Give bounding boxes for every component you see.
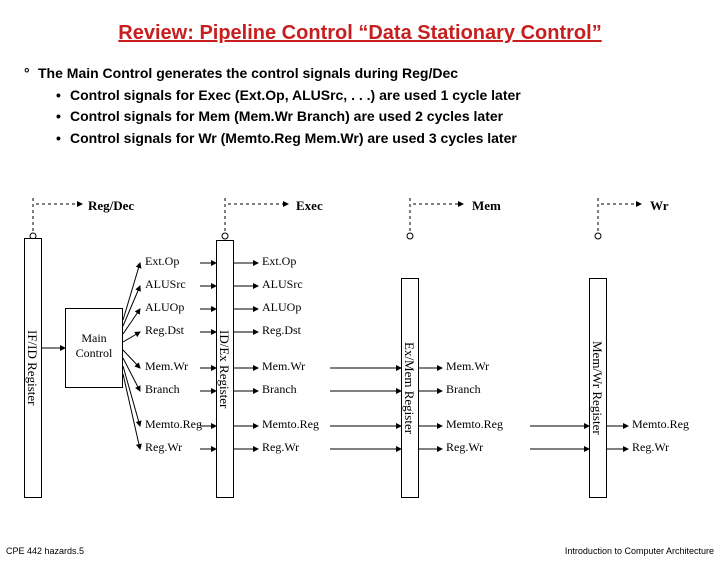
sig-regdec-memwr: Mem.Wr bbox=[145, 359, 188, 374]
sig-regdec-regdst: Reg.Dst bbox=[145, 323, 184, 338]
bullet-sub-3: •Control signals for Wr (Memto.Reg Mem.W… bbox=[56, 128, 696, 150]
stage-label-mem: Mem bbox=[472, 198, 501, 214]
register-exmem: Ex/Mem Register bbox=[401, 278, 419, 498]
sig-exec-regwr: Reg.Wr bbox=[262, 440, 299, 455]
bullet-list: °The Main Control generates the control … bbox=[24, 63, 696, 150]
register-memwr: Mem/Wr Register bbox=[589, 278, 607, 498]
sig-regdec-extop: Ext.Op bbox=[145, 254, 179, 269]
sig-mem-memwr: Mem.Wr bbox=[446, 359, 489, 374]
footer-right: Introduction to Computer Architecture bbox=[565, 546, 714, 556]
sig-exec-extop: Ext.Op bbox=[262, 254, 296, 269]
sig-exec-aluop: ALUOp bbox=[262, 300, 301, 315]
sig-exec-memwr: Mem.Wr bbox=[262, 359, 305, 374]
footer-left: CPE 442 hazards.5 bbox=[6, 546, 84, 556]
sig-regdec-alusrc: ALUSrc bbox=[145, 277, 186, 292]
sig-regdec-branch: Branch bbox=[145, 382, 180, 397]
stage-label-regdec: Reg/Dec bbox=[88, 198, 134, 214]
bullet-sub-1: •Control signals for Exec (Ext.Op, ALUSr… bbox=[56, 85, 696, 107]
stage-label-wr: Wr bbox=[650, 198, 669, 214]
pipeline-diagram: Reg/Dec Exec Mem Wr IF/ID Register ID/Ex… bbox=[0, 198, 720, 518]
sig-exec-branch: Branch bbox=[262, 382, 297, 397]
sig-wr-memtoreg: Memto.Reg bbox=[632, 417, 689, 432]
sig-exec-memtoreg: Memto.Reg bbox=[262, 417, 319, 432]
sig-regdec-regwr: Reg.Wr bbox=[145, 440, 182, 455]
sig-regdec-aluop: ALUOp bbox=[145, 300, 184, 315]
sig-wr-regwr: Reg.Wr bbox=[632, 440, 669, 455]
sig-mem-memtoreg: Memto.Reg bbox=[446, 417, 503, 432]
main-control-block: Main Control bbox=[65, 308, 123, 388]
sig-exec-regdst: Reg.Dst bbox=[262, 323, 301, 338]
register-idex: ID/Ex Register bbox=[216, 240, 234, 498]
bullet-sub-2: •Control signals for Mem (Mem.Wr Branch)… bbox=[56, 106, 696, 128]
stage-label-exec: Exec bbox=[296, 198, 323, 214]
register-ifid: IF/ID Register bbox=[24, 238, 42, 498]
page-title: Review: Pipeline Control “Data Stationar… bbox=[0, 22, 720, 45]
bullet-main: °The Main Control generates the control … bbox=[24, 63, 696, 85]
sig-regdec-memtoreg: Memto.Reg bbox=[145, 417, 202, 432]
sig-mem-regwr: Reg.Wr bbox=[446, 440, 483, 455]
sig-mem-branch: Branch bbox=[446, 382, 481, 397]
sig-exec-alusrc: ALUSrc bbox=[262, 277, 303, 292]
